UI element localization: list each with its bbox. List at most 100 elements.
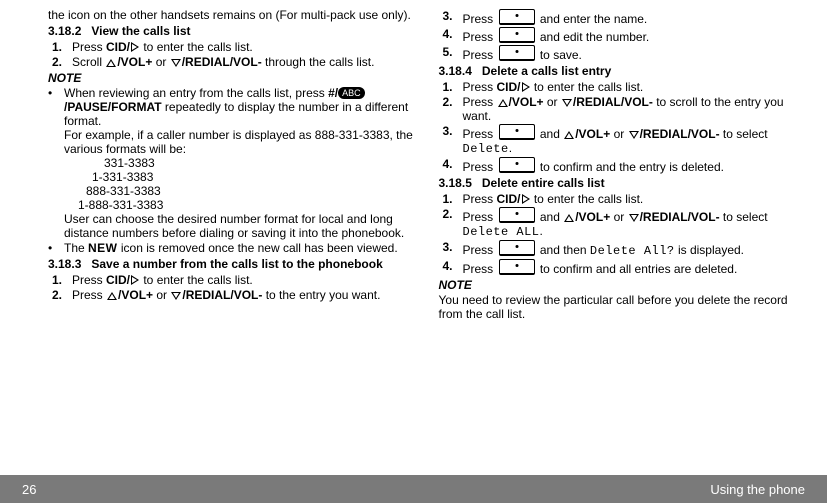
bullet-text: The NEW icon is removed once the new cal… [64, 241, 398, 255]
bullet-text: When reviewing an entry from the calls l… [64, 86, 415, 240]
step-number: 2. [52, 55, 66, 69]
step-number: 4. [443, 157, 457, 174]
down-arrow-icon [171, 59, 181, 67]
note-bullet-2: • The NEW icon is removed once the new c… [48, 241, 415, 255]
up-arrow-icon [498, 99, 508, 107]
right-arrow-icon [522, 194, 530, 204]
step-3-18-5-2: 2. Press and /VOL+ or /REDIAL/VOL- to se… [443, 207, 806, 239]
right-arrow-icon [131, 275, 139, 285]
up-arrow-icon [106, 59, 116, 67]
down-arrow-icon [171, 292, 181, 300]
softkey-icon [499, 207, 535, 223]
heading-title: Delete entire calls list [482, 176, 605, 190]
down-arrow-icon [629, 131, 639, 139]
step-3-18-5-3: 3. Press and then Delete All? is display… [443, 240, 806, 258]
step-3-18-2-1: 1. Press CID/ to enter the calls list. [52, 40, 415, 54]
page-number: 26 [22, 482, 36, 497]
step-text: Press /VOL+ or /REDIAL/VOL- to the entry… [72, 288, 380, 302]
softkey-icon [499, 157, 535, 173]
note-label: NOTE [439, 278, 806, 292]
step-number: 1. [52, 273, 66, 287]
step-3-18-4-4: 4. Press to confirm and the entry is del… [443, 157, 806, 174]
heading-3-18-3: 3.18.3 Save a number from the calls list… [48, 257, 415, 271]
format-1: 331-3383 [64, 156, 415, 170]
step-3-18-5-4: 4. Press to confirm and all entries are … [443, 259, 806, 276]
step-3-18-4-3: 3. Press and /VOL+ or /REDIAL/VOL- to se… [443, 124, 806, 156]
format-3: 888-331-3383 [64, 184, 415, 198]
step-number: 4. [443, 27, 457, 44]
step-number: 3. [443, 124, 457, 156]
step-3-18-4-2: 2. Press /VOL+ or /REDIAL/VOL- to scroll… [443, 95, 806, 123]
heading-3-18-2: 3.18.2 View the calls list [48, 24, 415, 38]
heading-number: 3.18.4 [439, 64, 472, 78]
step-text: Press CID/ to enter the calls list. [463, 80, 644, 94]
step-3-18-2-2: 2. Scroll /VOL+ or /REDIAL/VOL- through … [52, 55, 415, 69]
step-text: Press to confirm and the entry is delete… [463, 157, 724, 174]
step-number: 1. [52, 40, 66, 54]
softkey-icon [499, 259, 535, 275]
step-number: 2. [443, 207, 457, 239]
heading-3-18-5: 3.18.5 Delete entire calls list [439, 176, 806, 190]
heading-number: 3.18.2 [48, 24, 81, 38]
step-text: Press /VOL+ or /REDIAL/VOL- to scroll to… [463, 95, 806, 123]
bullet-dot: • [48, 241, 58, 255]
step-3-18-3-3: 3. Press and enter the name. [443, 9, 806, 26]
step-number: 1. [443, 80, 457, 94]
step-text: Press and /VOL+ or /REDIAL/VOL- to selec… [463, 124, 806, 156]
heading-title: Delete a calls list entry [482, 64, 611, 78]
step-text: Press CID/ to enter the calls list. [72, 273, 253, 287]
heading-title: Save a number from the calls list to the… [91, 257, 382, 271]
right-arrow-icon [131, 42, 139, 52]
up-arrow-icon [564, 214, 574, 222]
step-number: 3. [443, 9, 457, 26]
note-label: NOTE [48, 71, 415, 85]
heading-3-18-4: 3.18.4 Delete a calls list entry [439, 64, 806, 78]
step-number: 1. [443, 192, 457, 206]
up-arrow-icon [564, 131, 574, 139]
step-number: 5. [443, 45, 457, 62]
abc-icon: ABC [338, 87, 365, 99]
right-arrow-icon [522, 82, 530, 92]
heading-number: 3.18.5 [439, 176, 472, 190]
step-3-18-3-2: 2. Press /VOL+ or /REDIAL/VOL- to the en… [52, 288, 415, 302]
step-number: 2. [443, 95, 457, 123]
format-2: 1-331-3383 [64, 170, 415, 184]
softkey-icon [499, 27, 535, 43]
softkey-icon [499, 240, 535, 256]
step-number: 4. [443, 259, 457, 276]
down-arrow-icon [629, 214, 639, 222]
up-arrow-icon [107, 292, 117, 300]
step-text: Press and enter the name. [463, 9, 648, 26]
step-3-18-3-5: 5. Press to save. [443, 45, 806, 62]
left-column: the icon on the other handsets remains o… [48, 8, 415, 470]
step-text: Press and edit the number. [463, 27, 650, 44]
bullet-dot: • [48, 86, 58, 240]
fragment-continuation: the icon on the other handsets remains o… [48, 8, 415, 22]
note-bullet-1: • When reviewing an entry from the calls… [48, 86, 415, 240]
step-number: 2. [52, 288, 66, 302]
step-text: Press CID/ to enter the calls list. [72, 40, 253, 54]
step-text: Press to confirm and all entries are del… [463, 259, 738, 276]
heading-title: View the calls list [91, 24, 190, 38]
heading-number: 3.18.3 [48, 257, 81, 271]
step-3-18-3-4: 4. Press and edit the number. [443, 27, 806, 44]
step-3-18-5-1: 1. Press CID/ to enter the calls list. [443, 192, 806, 206]
note-body: You need to review the particular call b… [439, 293, 806, 321]
step-text: Scroll /VOL+ or /REDIAL/VOL- through the… [72, 55, 374, 69]
softkey-icon [499, 124, 535, 140]
step-text: Press and /VOL+ or /REDIAL/VOL- to selec… [463, 207, 806, 239]
format-4: 1-888-331-3383 [64, 198, 415, 212]
step-3-18-4-1: 1. Press CID/ to enter the calls list. [443, 80, 806, 94]
new-icon: NEW [88, 241, 118, 255]
softkey-icon [499, 9, 535, 25]
step-text: Press and then Delete All? is displayed. [463, 240, 745, 258]
footer-bar: 26 Using the phone [0, 475, 827, 503]
step-text: Press to save. [463, 45, 582, 62]
step-3-18-3-1: 1. Press CID/ to enter the calls list. [52, 273, 415, 287]
step-number: 3. [443, 240, 457, 258]
down-arrow-icon [562, 99, 572, 107]
step-text: Press CID/ to enter the calls list. [463, 192, 644, 206]
softkey-icon [499, 45, 535, 61]
right-column: 3. Press and enter the name. 4. Press an… [439, 8, 806, 470]
footer-title: Using the phone [710, 482, 805, 497]
